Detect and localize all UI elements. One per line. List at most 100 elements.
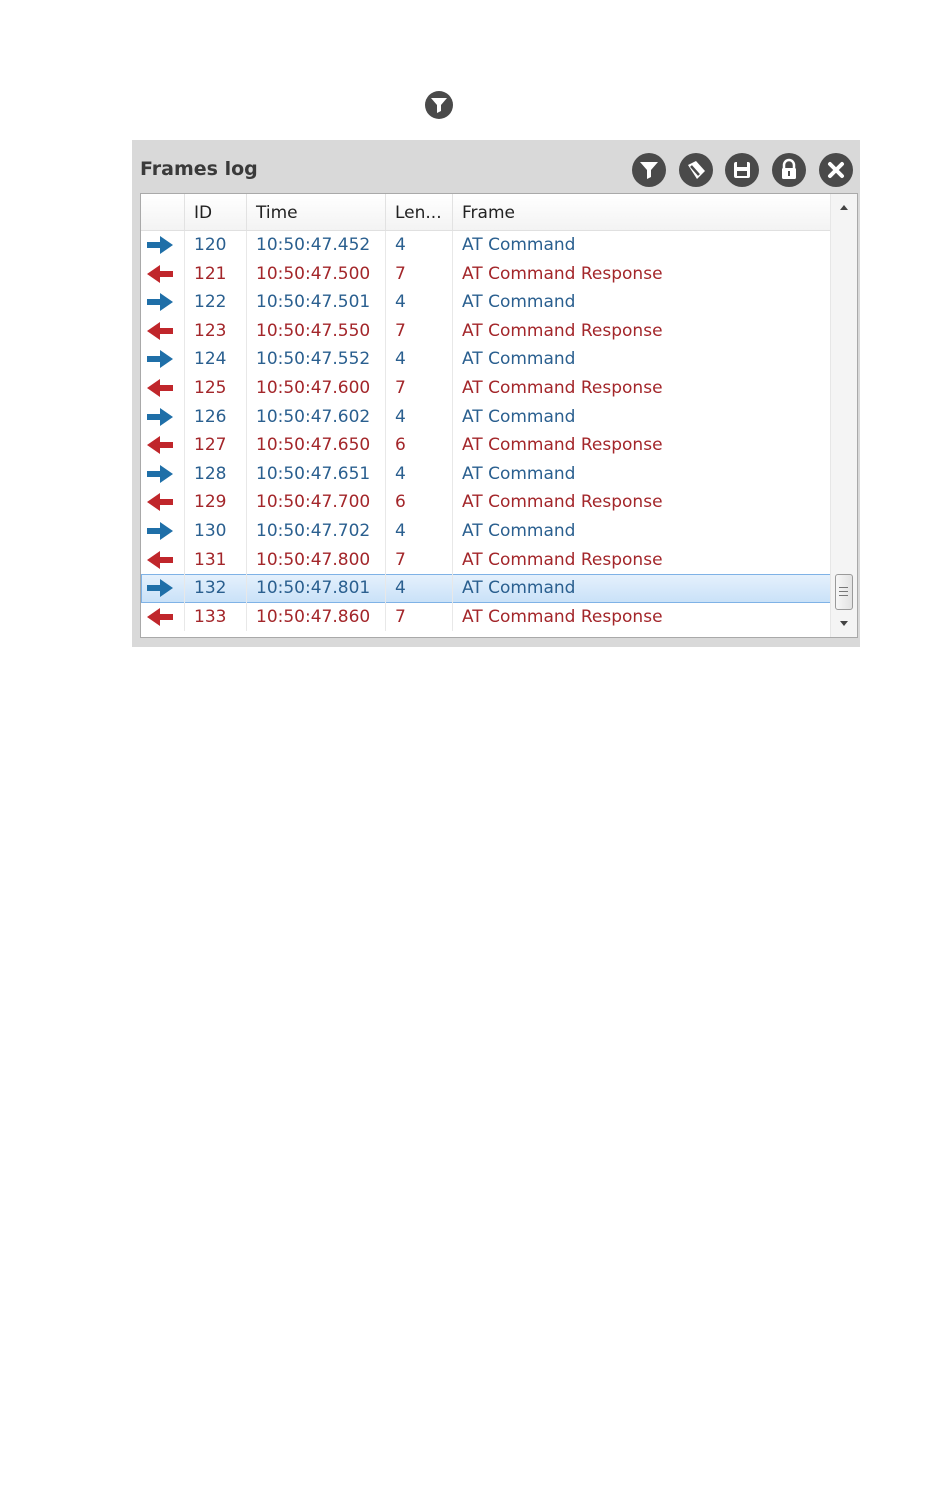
arrow-right-icon (145, 234, 175, 256)
lock-button[interactable] (771, 152, 807, 188)
time-cell: 10:50:47.650 (246, 431, 385, 460)
frame-cell: AT Command Response (452, 259, 831, 289)
table-row[interactable]: 130 10:50:47.702 4 AT Command (141, 516, 831, 546)
chevron-down-icon (840, 621, 848, 626)
column-header-time[interactable]: Time (246, 194, 385, 230)
length-cell: 4 (385, 516, 452, 546)
clear-button[interactable] (678, 152, 714, 188)
frame-cell: AT Command (452, 345, 831, 374)
frame-cell: AT Command Response (452, 602, 831, 632)
scrollbar-thumb[interactable] (835, 574, 853, 610)
arrow-right-icon (145, 520, 175, 542)
table-header: ID Time Len... Frame (141, 194, 831, 231)
time-cell: 10:50:47.602 (246, 402, 385, 432)
table-row[interactable]: 129 10:50:47.700 6 AT Command Response (141, 488, 831, 517)
table-row[interactable]: 132 10:50:47.801 4 AT Command (141, 574, 831, 603)
length-cell: 4 (385, 574, 452, 603)
vertical-scrollbar[interactable] (830, 194, 857, 637)
frame-cell: AT Command Response (452, 373, 831, 403)
table-row[interactable]: 126 10:50:47.602 4 AT Command (141, 402, 831, 432)
filter-button[interactable] (631, 152, 667, 188)
length-cell: 4 (385, 231, 452, 260)
length-cell: 4 (385, 459, 452, 489)
table-row[interactable]: 131 10:50:47.800 7 AT Command Response (141, 545, 831, 575)
arrow-left-icon (145, 606, 175, 628)
frame-cell: AT Command (452, 516, 831, 546)
arrow-right-icon (145, 406, 175, 428)
id-cell: 133 (184, 602, 246, 632)
arrow-left-icon (145, 434, 175, 456)
frame-cell: AT Command (452, 459, 831, 489)
length-cell: 7 (385, 259, 452, 289)
arrow-right-icon (145, 291, 175, 313)
frame-cell: AT Command (452, 402, 831, 432)
table-row[interactable]: 128 10:50:47.651 4 AT Command (141, 459, 831, 489)
panel-header: Frames log (132, 140, 860, 194)
length-cell: 4 (385, 288, 452, 317)
time-cell: 10:50:47.700 (246, 488, 385, 517)
id-cell: 126 (184, 402, 246, 432)
frame-cell: AT Command Response (452, 316, 831, 346)
id-cell: 120 (184, 231, 246, 260)
scroll-up-button[interactable] (831, 198, 857, 218)
arrow-left-icon (145, 491, 175, 513)
id-cell: 127 (184, 431, 246, 460)
time-cell: 10:50:47.800 (246, 545, 385, 575)
table-row[interactable]: 124 10:50:47.552 4 AT Command (141, 345, 831, 374)
table-row[interactable]: 120 10:50:47.452 4 AT Command (141, 231, 831, 260)
id-cell: 124 (184, 345, 246, 374)
length-cell: 7 (385, 316, 452, 346)
arrow-left-icon (145, 263, 175, 285)
time-cell: 10:50:47.500 (246, 259, 385, 289)
time-cell: 10:50:47.552 (246, 345, 385, 374)
frame-cell: AT Command Response (452, 545, 831, 575)
length-cell: 4 (385, 345, 452, 374)
frames-log-panel: Frames log ID Time Len... Frame 120 10:5… (132, 140, 860, 647)
length-cell: 6 (385, 488, 452, 517)
length-cell: 7 (385, 602, 452, 632)
panel-title: Frames log (140, 158, 258, 180)
id-cell: 131 (184, 545, 246, 575)
time-cell: 10:50:47.452 (246, 231, 385, 260)
time-cell: 10:50:47.801 (246, 574, 385, 603)
close-button[interactable] (818, 152, 854, 188)
id-cell: 129 (184, 488, 246, 517)
column-header-id[interactable]: ID (184, 194, 246, 230)
table-row[interactable]: 121 10:50:47.500 7 AT Command Response (141, 259, 831, 289)
chevron-up-icon (840, 205, 848, 210)
frame-cell: AT Command (452, 574, 831, 603)
table-row[interactable]: 123 10:50:47.550 7 AT Command Response (141, 316, 831, 346)
length-cell: 4 (385, 402, 452, 432)
close-icon (819, 153, 853, 187)
table-row[interactable]: 122 10:50:47.501 4 AT Command (141, 288, 831, 317)
frame-cell: AT Command Response (452, 488, 831, 517)
table-row[interactable]: 125 10:50:47.600 7 AT Command Response (141, 373, 831, 403)
eraser-icon (679, 153, 713, 187)
length-cell: 7 (385, 373, 452, 403)
table-row[interactable]: 133 10:50:47.860 7 AT Command Response (141, 602, 831, 632)
save-button[interactable] (724, 152, 760, 188)
column-header-length[interactable]: Len... (385, 194, 452, 230)
arrow-left-icon (145, 377, 175, 399)
column-header-frame[interactable]: Frame (452, 194, 831, 230)
arrow-left-icon (145, 320, 175, 342)
time-cell: 10:50:47.702 (246, 516, 385, 546)
save-icon (725, 153, 759, 187)
arrow-right-icon (145, 577, 175, 599)
frame-cell: AT Command (452, 288, 831, 317)
frame-cell: AT Command Response (452, 431, 831, 460)
arrow-right-icon (145, 348, 175, 370)
id-cell: 122 (184, 288, 246, 317)
length-cell: 7 (385, 545, 452, 575)
table-row[interactable]: 127 10:50:47.650 6 AT Command Response (141, 431, 831, 460)
id-cell: 128 (184, 459, 246, 489)
id-cell: 132 (184, 574, 246, 603)
column-header-direction[interactable] (141, 194, 184, 230)
id-cell: 125 (184, 373, 246, 403)
filter-icon (424, 90, 454, 120)
scroll-down-button[interactable] (831, 613, 857, 633)
id-cell: 123 (184, 316, 246, 346)
table-body: 120 10:50:47.452 4 AT Command 121 10:50:47.50… (141, 231, 831, 632)
length-cell: 6 (385, 431, 452, 460)
arrow-right-icon (145, 463, 175, 485)
